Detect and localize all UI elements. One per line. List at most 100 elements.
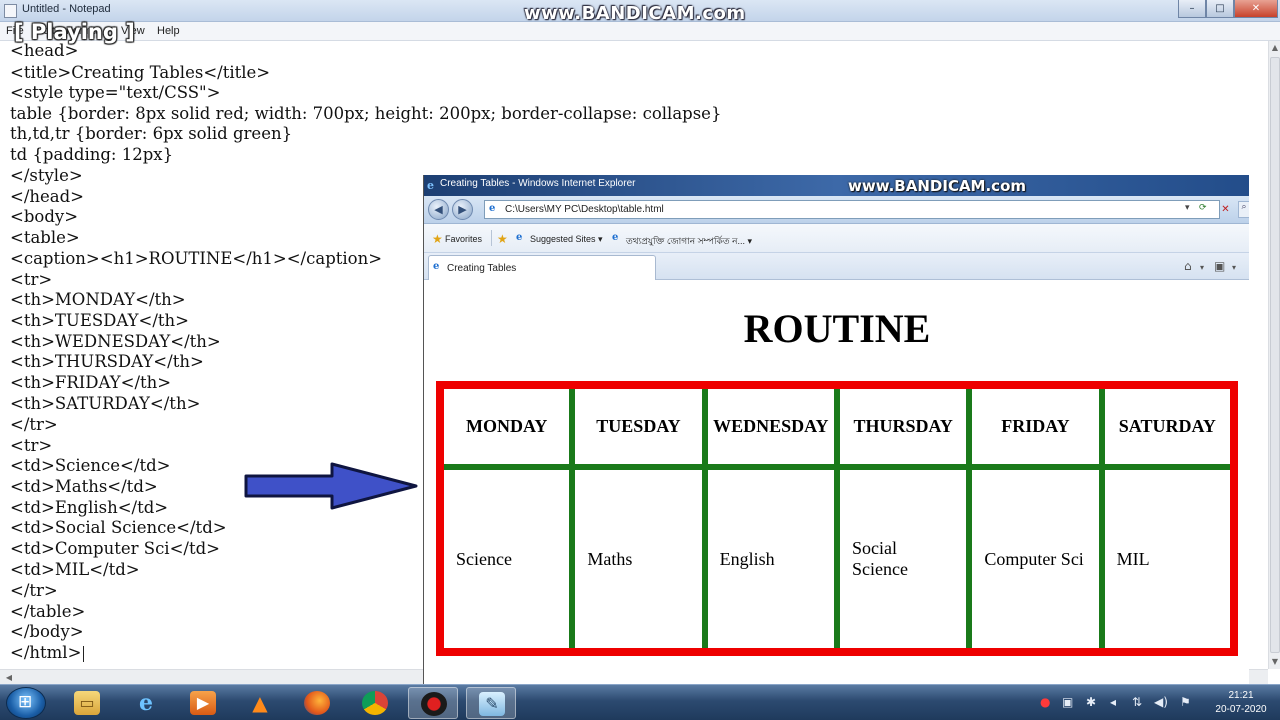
code-line: <table> (10, 228, 80, 247)
window-controls: – □ ✕ (1178, 0, 1278, 18)
code-line: <tr> (10, 436, 53, 455)
link-page-icon: e (612, 232, 619, 243)
tray-icon-3[interactable]: ◂ (1110, 695, 1116, 709)
favorites-bar: ★ Favorites ★ e Suggested Sites ▾ e তথ্য… (424, 224, 1249, 253)
scroll-left-icon[interactable]: ◀ (2, 670, 16, 685)
browser-title: Creating Tables - Windows Internet Explo… (440, 178, 636, 189)
pointer-arrow-graphic (244, 462, 418, 510)
ie-logo-icon: e (427, 179, 434, 192)
volume-icon[interactable]: ◀) (1154, 695, 1168, 709)
tray-icon-1[interactable]: ▣ (1062, 695, 1073, 709)
code-line: <th>WEDNESDAY</th> (10, 332, 221, 351)
code-line-text: </html> (10, 643, 82, 662)
code-line: <td>Social Science</td> (10, 518, 227, 537)
header-cell: WEDNESDAY (701, 382, 840, 470)
browser-navbar: ◀ ▶ e C:\Users\MY PC\Desktop\table.html … (424, 196, 1249, 224)
code-line: </tr> (10, 415, 58, 434)
taskbar: ▭ e ▶ ▲ ✎ ● ▣ ✱ ◂ ⇅ ◀) ⚑ 21:21 20- (0, 684, 1280, 720)
back-icon[interactable]: ◀ (428, 199, 449, 220)
system-clock[interactable]: 21:21 20-07-2020 (1206, 689, 1276, 717)
clock-time: 21:21 (1228, 690, 1254, 701)
code-line: <td>Science</td> (10, 456, 171, 475)
start-button[interactable] (6, 687, 46, 719)
suggested-sites-link[interactable]: Suggested Sites ▾ (530, 234, 603, 245)
bengali-favorite-link[interactable]: তথ্যপ্রযুক্তি জোগান সম্পর্কিত ন... ▾ (626, 234, 752, 249)
taskbar-media-player[interactable]: ▶ (178, 687, 228, 719)
code-line: <title>Creating Tables</title> (10, 63, 271, 82)
media-player-icon: ▶ (190, 691, 216, 715)
browser-tabbar: e Creating Tables ⌂ ▾ ▣ ▾ (424, 253, 1249, 280)
stop-icon[interactable]: ✕ (1219, 200, 1232, 219)
playing-indicator: [ Playing ] (14, 20, 135, 44)
maximize-button[interactable]: □ (1206, 0, 1234, 18)
feeds-icon[interactable]: ▣ (1214, 259, 1225, 273)
add-favorite-icon[interactable]: ★ (497, 232, 508, 246)
favorites-star-icon[interactable]: ★ (432, 232, 443, 246)
code-line: table {border: 8px solid red; width: 700… (10, 104, 722, 123)
minimize-button[interactable]: – (1178, 0, 1206, 18)
table-caption: ROUTINE (743, 306, 931, 351)
vertical-scrollbar[interactable]: ▲ ▼ (1268, 41, 1280, 669)
search-icon[interactable]: ⌕ (1238, 201, 1249, 218)
taskbar-bandicam[interactable] (408, 687, 458, 719)
code-line: <style type="text/CSS"> (10, 83, 221, 102)
code-line: <caption><h1>ROUTINE</h1></caption> (10, 249, 383, 268)
feeds-dropdown-icon[interactable]: ▾ (1232, 263, 1236, 272)
rendered-page: ROUTINE MONDAY TUESDAY WEDNESDAY THURSDA… (424, 281, 1249, 685)
chrome-icon (362, 691, 388, 715)
taskbar-chrome[interactable] (350, 687, 400, 719)
clock-date: 20-07-2020 (1215, 704, 1267, 715)
taskbar-vlc[interactable]: ▲ (235, 687, 285, 719)
flag-icon[interactable]: ⚑ (1180, 695, 1191, 709)
taskbar-ie[interactable]: e (121, 687, 171, 719)
notepad-menubar: File Edit Format View Help (0, 22, 1280, 41)
table-cell: Social Science (833, 464, 973, 655)
tab-creating-tables[interactable]: e Creating Tables (428, 255, 656, 280)
record-tray-icon[interactable]: ● (1040, 695, 1050, 709)
suggested-sites-icon: e (516, 232, 523, 243)
folder-icon: ▭ (74, 691, 100, 715)
bandicam-watermark: www.BANDICAM.com (524, 3, 746, 24)
scroll-up-icon[interactable]: ▲ (1269, 41, 1280, 55)
bandicam-watermark-2: www.BANDICAM.com (848, 177, 1027, 195)
code-line: <td>English</td> (10, 498, 169, 517)
firefox-icon (304, 691, 330, 715)
code-line: </html> (10, 643, 85, 663)
network-icon[interactable]: ⇅ (1132, 695, 1142, 709)
code-line: </body> (10, 622, 84, 641)
code-line: </head> (10, 187, 85, 206)
menu-help[interactable]: Help (157, 25, 180, 37)
routine-table: MONDAY TUESDAY WEDNESDAY THURSDAY FRIDAY… (436, 381, 1238, 656)
suggested-sites-label: Suggested Sites (530, 234, 596, 244)
code-line: <tr> (10, 270, 53, 289)
address-bar[interactable]: e C:\Users\MY PC\Desktop\table.html ▾ ⟳ (484, 200, 1220, 219)
scroll-down-icon[interactable]: ▼ (1269, 655, 1280, 669)
code-line: <th>SATURDAY</th> (10, 394, 201, 413)
text-caret (83, 645, 85, 662)
browser-titlebar[interactable]: e Creating Tables - Windows Internet Exp… (424, 175, 1249, 196)
refresh-icon[interactable]: ⟳ (1199, 203, 1207, 213)
address-text: C:\Users\MY PC\Desktop\table.html (505, 204, 664, 215)
taskbar-notepad[interactable]: ✎ (466, 687, 516, 719)
close-button[interactable]: ✕ (1234, 0, 1278, 18)
tab-label: Creating Tables (447, 263, 517, 274)
home-dropdown-icon[interactable]: ▾ (1200, 263, 1204, 272)
address-dropdown-icon[interactable]: ▾ (1185, 203, 1190, 213)
code-line: td {padding: 12px} (10, 145, 174, 164)
taskbar-firefox[interactable] (292, 687, 342, 719)
taskbar-explorer[interactable]: ▭ (62, 687, 112, 719)
screen: Untitled - Notepad – □ ✕ www.BANDICAM.co… (0, 0, 1280, 720)
table-cell: English (701, 464, 840, 655)
table-cell: MIL (1098, 464, 1238, 655)
tray-icon-2[interactable]: ✱ (1086, 695, 1096, 709)
header-cell: THURSDAY (833, 382, 973, 470)
forward-icon[interactable]: ▶ (452, 199, 473, 220)
code-line: <td>MIL</td> (10, 560, 140, 579)
home-icon[interactable]: ⌂ (1184, 259, 1192, 273)
table-cell: Maths (569, 464, 708, 655)
tab-page-icon: e (433, 261, 440, 272)
favbar-divider (491, 230, 492, 246)
notepad-icon: ✎ (479, 692, 505, 716)
favorites-button[interactable]: Favorites (445, 234, 482, 244)
scroll-thumb[interactable] (1270, 57, 1280, 653)
